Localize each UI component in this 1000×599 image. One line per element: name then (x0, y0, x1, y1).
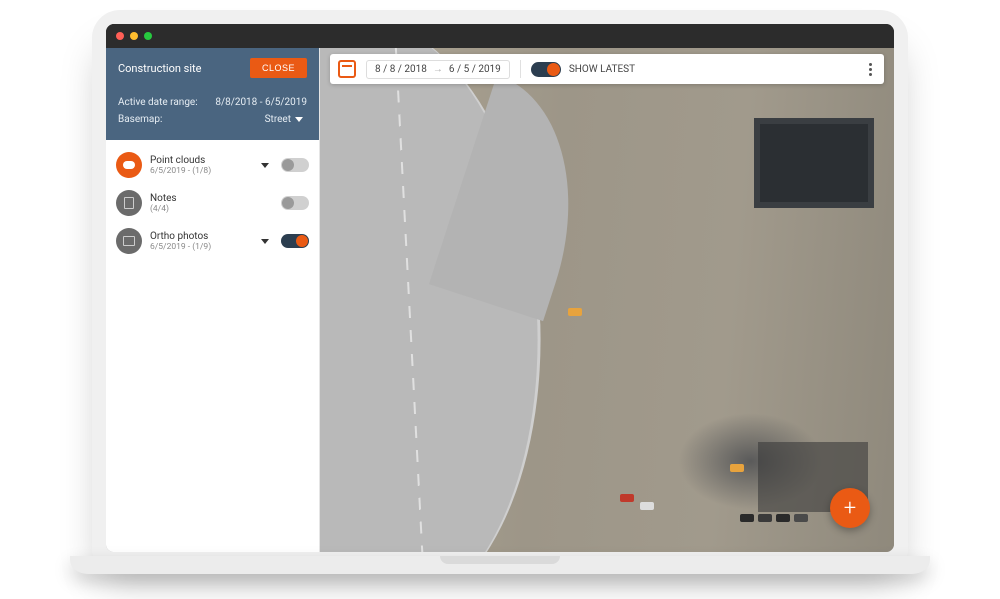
window-titlebar (106, 24, 894, 48)
map-view[interactable]: 8 / 8 / 2018 → 6 / 5 / 2019 SHOW LATEST … (320, 48, 894, 552)
layer-row: Ortho photos6/5/2019 - (1/9) (106, 222, 319, 260)
layer-row: Point clouds6/5/2019 - (1/8) (106, 146, 319, 184)
layer-subtitle: 6/5/2019 - (1/9) (150, 242, 253, 252)
date-range-value: 8/8/2018 - 6/5/2019 (215, 97, 307, 108)
divider (520, 60, 521, 78)
sidebar-meta: Active date range: 8/8/2018 - 6/5/2019 B… (106, 88, 319, 140)
arrow-right-icon: → (433, 64, 443, 75)
basemap-value[interactable]: Street (265, 114, 291, 125)
layer-toggle[interactable] (281, 158, 309, 172)
layer-title: Ortho photos (150, 231, 253, 242)
close-button[interactable]: CLOSE (250, 58, 307, 78)
layers-list: Point clouds6/5/2019 - (1/8)Notes(4/4)Or… (106, 140, 319, 266)
basemap-label: Basemap: (118, 114, 162, 125)
more-menu-icon[interactable] (865, 59, 876, 80)
aerial-image (320, 48, 894, 552)
add-button[interactable]: + (830, 488, 870, 528)
layer-title: Notes (150, 193, 273, 204)
chevron-down-icon[interactable] (295, 117, 303, 122)
layer-subtitle: (4/4) (150, 204, 273, 214)
window-min-dot[interactable] (130, 32, 138, 40)
site-title: Construction site (118, 62, 201, 75)
photo-icon[interactable] (116, 228, 142, 254)
date-range-label: Active date range: (118, 97, 198, 108)
layer-row: Notes(4/4) (106, 184, 319, 222)
show-latest-toggle[interactable] (531, 62, 561, 77)
layer-toggle[interactable] (281, 196, 309, 210)
layer-toggle[interactable] (281, 234, 309, 248)
window-max-dot[interactable] (144, 32, 152, 40)
layer-title: Point clouds (150, 155, 253, 166)
layer-subtitle: 6/5/2019 - (1/8) (150, 166, 253, 176)
date-range-picker[interactable]: 8 / 8 / 2018 → 6 / 5 / 2019 (366, 60, 510, 79)
date-end: 6 / 5 / 2019 (449, 64, 501, 75)
chevron-down-icon[interactable] (261, 239, 269, 244)
chevron-down-icon[interactable] (261, 163, 269, 168)
date-start: 8 / 8 / 2018 (375, 64, 427, 75)
show-latest-label: SHOW LATEST (569, 64, 635, 75)
calendar-icon[interactable] (338, 60, 356, 78)
note-icon[interactable] (116, 190, 142, 216)
cloud-icon[interactable] (116, 152, 142, 178)
sidebar-header: Construction site CLOSE (106, 48, 319, 88)
top-toolbar: 8 / 8 / 2018 → 6 / 5 / 2019 SHOW LATEST (330, 54, 884, 84)
window-close-dot[interactable] (116, 32, 124, 40)
sidebar: Construction site CLOSE Active date rang… (106, 48, 320, 552)
